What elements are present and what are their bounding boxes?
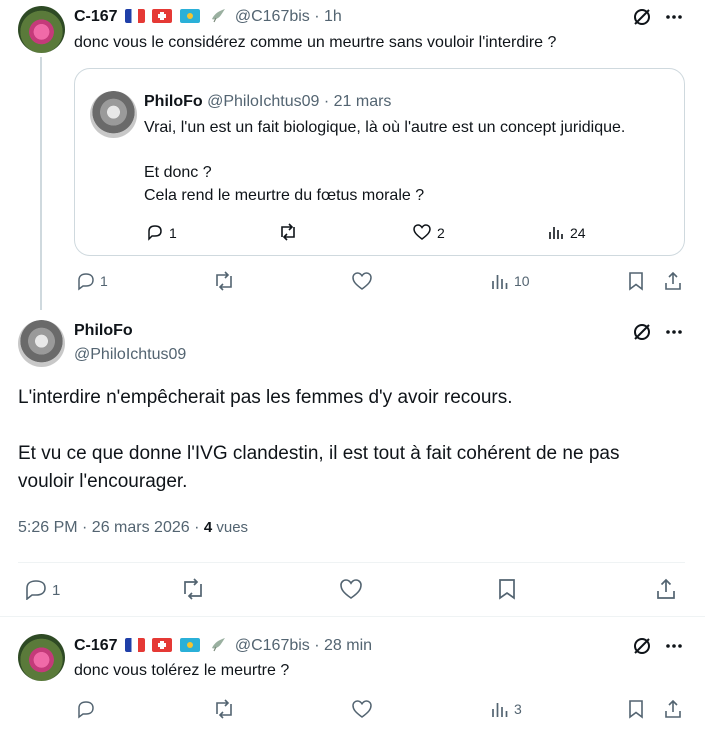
like-icon[interactable] bbox=[351, 699, 373, 719]
tweet-text: donc vous tolérez le meurtre ? bbox=[74, 662, 290, 679]
author-handle[interactable]: @PhiloIchtus09 bbox=[74, 346, 186, 364]
reply-icon[interactable] bbox=[24, 578, 48, 600]
retweet-icon[interactable] bbox=[212, 271, 236, 291]
like-icon[interactable] bbox=[339, 578, 363, 600]
flag-kazakhstan-icon bbox=[179, 638, 200, 652]
thread-line bbox=[40, 57, 42, 310]
tweet-meta: 5:26 PM · 26 mars 2026 · 4 vues bbox=[18, 519, 248, 537]
views-label: vues bbox=[212, 519, 249, 536]
tweet-text: donc vous le considérez comme un meurtre… bbox=[74, 34, 557, 51]
flag-switzerland-icon bbox=[152, 638, 173, 652]
grok-icon[interactable] bbox=[632, 7, 652, 27]
views-count: 24 bbox=[570, 225, 586, 241]
author-name[interactable]: PhiloFo bbox=[74, 322, 133, 340]
bookmark-icon[interactable] bbox=[627, 699, 645, 719]
quoted-line-1: Vrai, l'un est un fait biologique, là où… bbox=[144, 119, 626, 136]
more-icon[interactable] bbox=[664, 322, 684, 342]
tweet-text-para-2-line-2: vouloir l'encourager. bbox=[18, 471, 188, 492]
handle-time[interactable]: @C167bis · 28 min bbox=[235, 637, 372, 654]
tweet-header: C-167 @C167bis · 28 min bbox=[74, 636, 372, 657]
avatar[interactable] bbox=[18, 320, 65, 367]
more-icon[interactable] bbox=[664, 636, 684, 656]
like-icon[interactable] bbox=[412, 223, 432, 241]
dove-icon bbox=[210, 636, 230, 657]
reply-count: 1 bbox=[169, 225, 177, 241]
views-icon[interactable] bbox=[490, 271, 510, 291]
flag-switzerland-icon bbox=[152, 9, 173, 23]
dove-icon bbox=[210, 7, 230, 28]
flag-france-icon bbox=[125, 9, 146, 23]
timestamp[interactable]: 5:26 PM · 26 mars 2026 · bbox=[18, 519, 204, 536]
quoted-line-3: Cela rend le meurtre du fœtus morale ? bbox=[144, 187, 425, 204]
like-count: 2 bbox=[437, 225, 445, 241]
reply-count: 1 bbox=[52, 582, 61, 599]
share-icon[interactable] bbox=[663, 271, 683, 291]
author-name[interactable]: C-167 bbox=[74, 8, 118, 25]
quoted-author-name: PhiloFo bbox=[144, 93, 203, 110]
quoted-line-2: Et donc ? bbox=[144, 164, 212, 181]
avatar[interactable] bbox=[18, 6, 65, 53]
views-count: 3 bbox=[514, 701, 522, 717]
share-icon[interactable] bbox=[655, 578, 677, 600]
bookmark-icon[interactable] bbox=[627, 271, 645, 291]
reply-icon[interactable] bbox=[146, 223, 164, 241]
grok-icon[interactable] bbox=[632, 636, 652, 656]
retweet-icon[interactable] bbox=[212, 699, 236, 719]
flag-kazakhstan-icon bbox=[179, 9, 200, 23]
avatar[interactable] bbox=[18, 634, 65, 681]
reply-icon[interactable] bbox=[76, 271, 96, 291]
quoted-avatar bbox=[90, 91, 137, 138]
views-icon[interactable] bbox=[547, 223, 565, 241]
bookmark-icon[interactable] bbox=[497, 578, 517, 600]
reply-count: 1 bbox=[100, 273, 108, 289]
retweet-icon[interactable] bbox=[180, 578, 206, 600]
like-icon[interactable] bbox=[351, 271, 373, 291]
reply-icon[interactable] bbox=[76, 699, 96, 719]
author-name[interactable]: C-167 bbox=[74, 637, 118, 654]
views-number: 4 bbox=[203, 519, 213, 536]
quoted-header: PhiloFo @PhiloIchtus09 · 21 mars bbox=[144, 93, 391, 111]
divider bbox=[18, 562, 685, 563]
quoted-handle-time: @PhiloIchtus09 · 21 mars bbox=[207, 93, 392, 110]
retweet-icon[interactable] bbox=[277, 223, 299, 241]
tweet-header: C-167 @C167bis · 1h bbox=[74, 7, 342, 28]
grok-icon[interactable] bbox=[632, 322, 652, 342]
tweet-text-para-1: L'interdire n'empêcherait pas les femmes… bbox=[18, 387, 513, 408]
divider bbox=[0, 616, 705, 617]
views-count: 10 bbox=[514, 273, 530, 289]
handle-time[interactable]: @C167bis · 1h bbox=[235, 8, 342, 25]
share-icon[interactable] bbox=[663, 699, 683, 719]
flag-france-icon bbox=[125, 638, 146, 652]
tweet-text-para-2-line-1: Et vu ce que donne l'IVG clandestin, il … bbox=[18, 443, 620, 464]
views-icon[interactable] bbox=[490, 699, 510, 719]
more-icon[interactable] bbox=[664, 7, 684, 27]
